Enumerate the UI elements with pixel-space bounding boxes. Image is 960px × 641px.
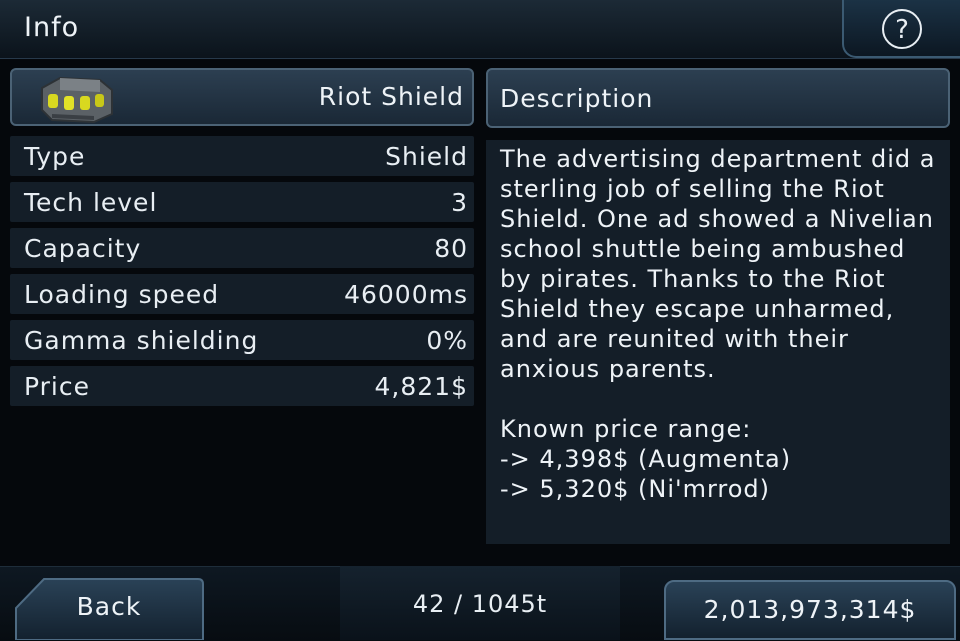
stat-row-gamma-shielding: Gamma shielding 0% <box>10 320 474 360</box>
help-button[interactable]: ? <box>842 0 960 58</box>
stat-label: Loading speed <box>24 280 220 309</box>
item-header: Riot Shield <box>10 68 474 126</box>
stat-label: Tech level <box>24 188 158 217</box>
description-header: Description <box>486 68 950 128</box>
stat-label: Type <box>24 142 86 171</box>
stat-value: 3 <box>451 188 468 217</box>
cargo-capacity: 42 / 1045t <box>412 590 548 618</box>
stat-value: 0% <box>426 326 468 355</box>
item-name: Riot Shield <box>318 82 464 111</box>
stat-label: Price <box>24 372 90 401</box>
description-title: Description <box>500 84 654 113</box>
stat-label: Gamma shielding <box>24 326 259 355</box>
stat-row-tech-level: Tech level 3 <box>10 182 474 222</box>
description-text: The advertising department did a sterlin… <box>500 145 936 503</box>
description-panel: The advertising department did a sterlin… <box>486 140 950 544</box>
top-bar: Info ? <box>0 0 960 59</box>
stat-row-loading-speed: Loading speed 46000ms <box>10 274 474 314</box>
stat-row-type: Type Shield <box>10 136 474 176</box>
stat-row-capacity: Capacity 80 <box>10 228 474 268</box>
money-button[interactable]: 2,013,973,314$ <box>664 580 956 640</box>
back-button-label: Back <box>76 592 142 621</box>
stat-value: 80 <box>434 234 468 263</box>
page-title: Info <box>24 12 80 43</box>
stat-value: 46000ms <box>344 280 468 309</box>
stat-row-price: Price 4,821$ <box>10 366 474 406</box>
help-icon: ? <box>882 9 922 49</box>
stat-value: 4,821$ <box>374 372 468 401</box>
stat-label: Capacity <box>24 234 142 263</box>
shield-generator-icon <box>41 76 113 124</box>
money-amount: 2,013,973,314$ <box>703 595 917 624</box>
stat-value: Shield <box>385 142 468 171</box>
